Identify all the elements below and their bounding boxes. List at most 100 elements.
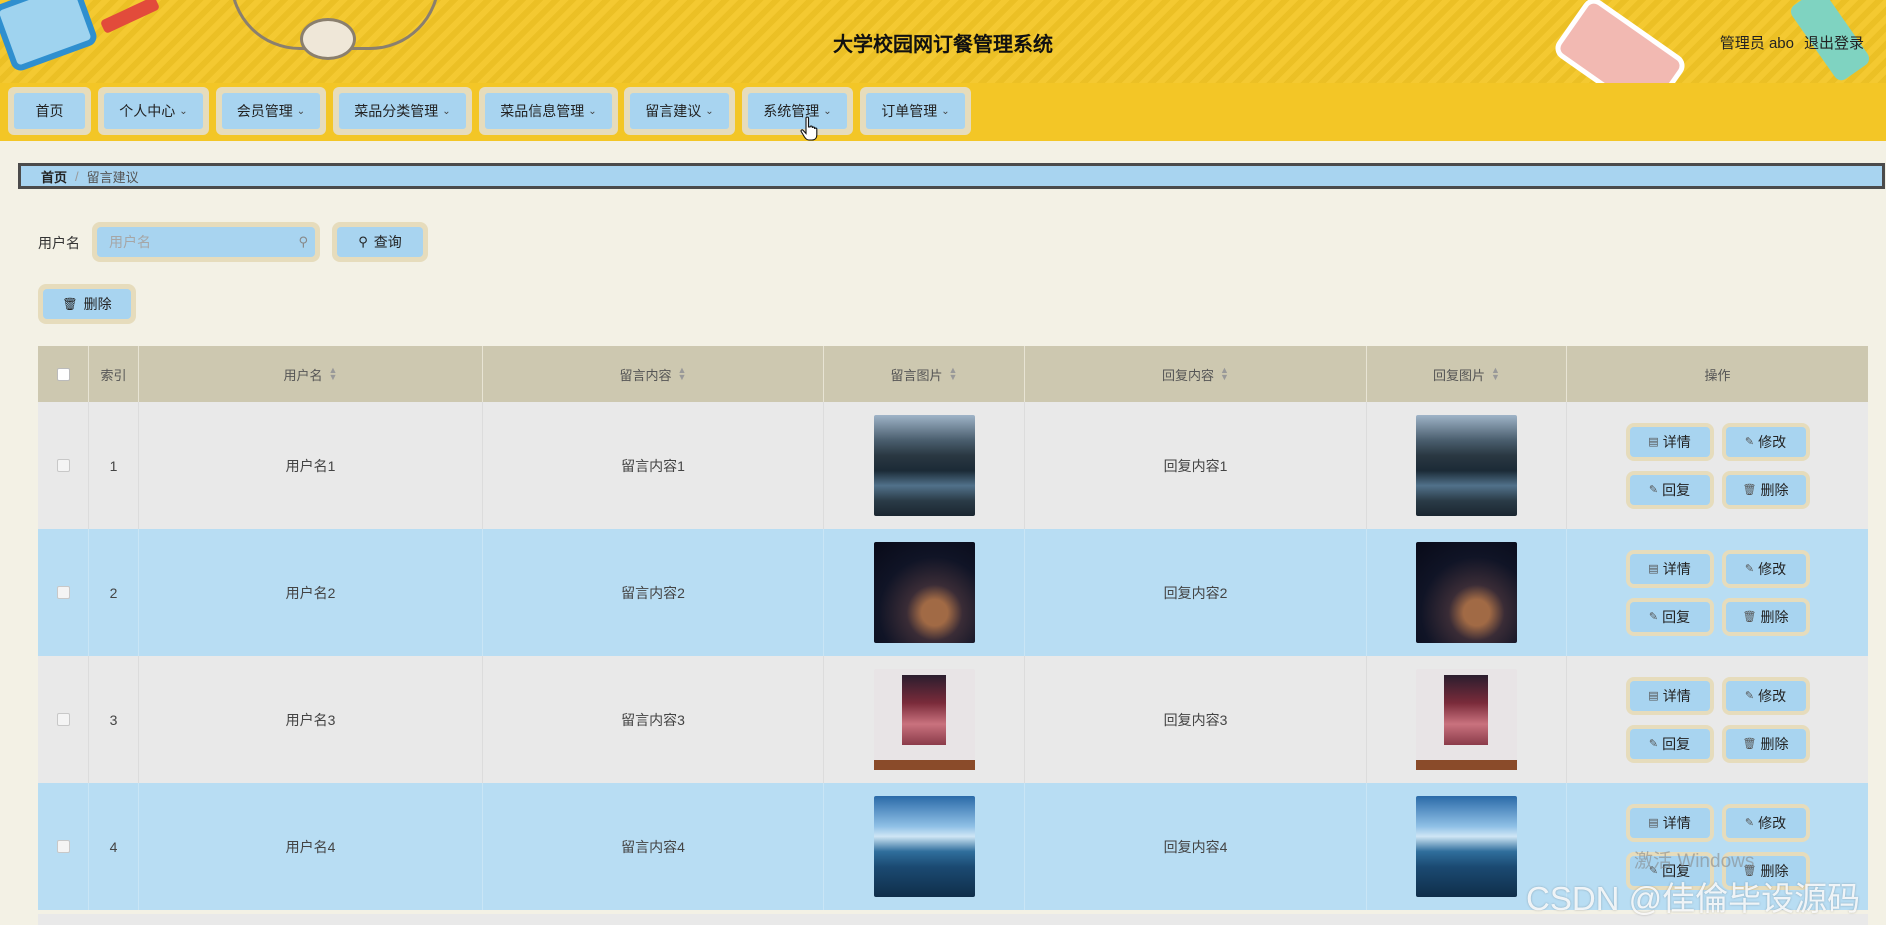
sort-icon[interactable]: ▲ ▼ (678, 366, 687, 382)
edit-label: 修改 (1758, 814, 1787, 831)
username-search-input[interactable] (97, 227, 315, 257)
detail-button[interactable]: ▤ 详情 (1625, 422, 1714, 461)
detail-button[interactable]: ▤ 详情 (1625, 676, 1714, 715)
header-username[interactable]: 用户名 ▲ ▼ (139, 346, 483, 402)
edit-button[interactable]: ✎ 修改 (1721, 676, 1810, 715)
reply-cell: 回复内容1 (1025, 402, 1367, 529)
actions-cell: ▤ 详情 ✎ 修改 ✎ 回复 🗑 删除 (1567, 402, 1868, 529)
feedback-image-thumbnail[interactable] (873, 415, 975, 516)
nav-item-dish-category[interactable]: 菜品分类管理 ⌄ (333, 87, 472, 135)
batch-delete-button[interactable]: 🗑 删除 (38, 284, 136, 324)
breadcrumb: 首页 / 留言建议 (18, 163, 1885, 189)
nav-item-system-management[interactable]: 系统管理 ⌄ (742, 87, 853, 135)
delete-button[interactable]: 🗑 删除 (1721, 470, 1810, 509)
feedback-image-thumbnail[interactable] (873, 542, 975, 643)
header-bar: 大学校园网订餐管理系统 管理员 abo 退出登录 (0, 0, 1886, 83)
delete-label: 删除 (1760, 735, 1789, 752)
header-reply-image-label: 回复图片 (1433, 367, 1486, 383)
detail-label: 详情 (1662, 560, 1691, 577)
row-checkbox[interactable] (56, 459, 70, 472)
sort-icon[interactable]: ▲ ▼ (329, 366, 338, 382)
search-icon: ⚲ (298, 234, 308, 249)
sort-icon[interactable]: ▲ ▼ (1491, 366, 1500, 382)
nav-item-dish-info[interactable]: 菜品信息管理 ⌄ (479, 87, 618, 135)
edit-button[interactable]: ✎ 修改 (1721, 422, 1810, 461)
index-cell: 4 (89, 783, 139, 910)
row-select-cell (38, 783, 89, 910)
content-cell: 留言内容2 (483, 529, 824, 656)
query-button[interactable]: ⚲ 查询 (332, 222, 428, 262)
image-cell (824, 402, 1025, 529)
row-checkbox[interactable] (56, 586, 70, 599)
table-row: 2 用户名2 留言内容2 回复内容2 ▤ 详情 ✎ 修改 ✎ 回复 🗑 删除 (38, 529, 1868, 656)
image-cell (824, 656, 1025, 783)
reply-label: 回复 (1662, 481, 1691, 498)
header-reply[interactable]: 回复内容 ▲ ▼ (1025, 346, 1367, 402)
delete-button[interactable]: 🗑 删除 (1721, 724, 1810, 763)
row-checkbox[interactable] (56, 713, 70, 726)
select-all-checkbox[interactable] (56, 367, 70, 381)
reply-image-thumbnail[interactable] (1416, 669, 1517, 770)
edit-button[interactable]: ✎ 修改 (1721, 803, 1810, 842)
image-cell (824, 529, 1025, 656)
logout-link[interactable]: 退出登录 (1804, 32, 1864, 53)
pencil-icon: ✎ (1744, 563, 1755, 575)
table-row: 1 用户名1 留言内容1 回复内容1 ▤ 详情 ✎ 修改 ✎ 回复 🗑 删除 (38, 402, 1868, 529)
edit-button[interactable]: ✎ 修改 (1721, 549, 1810, 588)
header-image[interactable]: 留言图片 ▲ ▼ (824, 346, 1025, 402)
header-index: 索引 (89, 346, 139, 402)
nav-label: 菜品信息管理 (500, 103, 585, 119)
nav-item-home[interactable]: 首页 (8, 87, 91, 135)
content-cell: 留言内容4 (483, 783, 824, 910)
image-cell (824, 783, 1025, 910)
reply-image-cell (1367, 402, 1567, 529)
header-reply-image[interactable]: 回复图片 ▲ ▼ (1367, 346, 1567, 402)
chevron-down-icon: ⌄ (442, 105, 451, 117)
reply-button[interactable]: ✎ 回复 (1625, 597, 1714, 636)
detail-label: 详情 (1662, 814, 1691, 831)
actions-cell: ▤ 详情 ✎ 修改 ✎ 回复 🗑 删除 (1567, 529, 1868, 656)
hand-cursor-icon (800, 116, 818, 141)
header-actions: 操作 (1567, 346, 1868, 402)
feedback-image-thumbnail[interactable] (873, 796, 975, 897)
header-select-all (38, 346, 89, 402)
chevron-down-icon: ⌄ (823, 105, 832, 117)
reply-button[interactable]: ✎ 回复 (1625, 724, 1714, 763)
header-reply-label: 回复内容 (1162, 367, 1215, 383)
nav-item-order-management[interactable]: 订单管理 ⌄ (860, 87, 971, 135)
nav-label: 订单管理 (881, 103, 938, 119)
reply-button[interactable]: ✎ 回复 (1625, 470, 1714, 509)
detail-label: 详情 (1662, 687, 1691, 704)
query-button-label: 查询 (373, 234, 402, 250)
edit-label: 修改 (1758, 687, 1787, 704)
nav-item-feedback[interactable]: 留言建议 ⌄ (624, 87, 735, 135)
search-field-wrapper: ⚲ (92, 222, 320, 262)
reply-image-cell (1367, 656, 1567, 783)
row-checkbox[interactable] (56, 840, 70, 853)
sort-icon[interactable]: ▲ ▼ (949, 366, 958, 382)
row-select-cell (38, 656, 89, 783)
document-icon: ▤ (1648, 817, 1659, 829)
reply-image-thumbnail[interactable] (1416, 542, 1517, 643)
sort-icon[interactable]: ▲ ▼ (1220, 366, 1229, 382)
detail-button[interactable]: ▤ 详情 (1625, 549, 1714, 588)
reply-image-thumbnail[interactable] (1416, 415, 1517, 516)
delete-label: 删除 (1760, 481, 1789, 498)
content-cell: 留言内容3 (483, 656, 824, 783)
nav-item-personal-center[interactable]: 个人中心 ⌄ (98, 87, 209, 135)
page-title: 大学校园网订餐管理系统 (833, 34, 1053, 56)
username-cell: 用户名1 (139, 402, 483, 529)
chevron-down-icon: ⌄ (296, 105, 306, 117)
delete-button[interactable]: 🗑 删除 (1721, 597, 1810, 636)
reply-image-thumbnail[interactable] (1416, 796, 1517, 897)
header-username-label: 用户名 (283, 367, 323, 383)
feedback-image-thumbnail[interactable] (873, 669, 975, 770)
nav-label: 个人中心 (119, 103, 176, 119)
nav-item-member-management[interactable]: 会员管理 ⌄ (216, 87, 326, 135)
table-header: 索引 用户名 ▲ ▼ 留言内容 ▲ ▼ 留言图片 ▲ ▼ 回复内容 ▲ ▼ 回复图片 ▲ ▼ 操作 (38, 346, 1868, 402)
breadcrumb-home[interactable]: 首页 (41, 167, 67, 186)
reply-cell: 回复内容4 (1025, 783, 1367, 910)
chevron-down-icon: ⌄ (705, 105, 714, 117)
detail-button[interactable]: ▤ 详情 (1625, 803, 1714, 842)
header-content[interactable]: 留言内容 ▲ ▼ (483, 346, 824, 402)
